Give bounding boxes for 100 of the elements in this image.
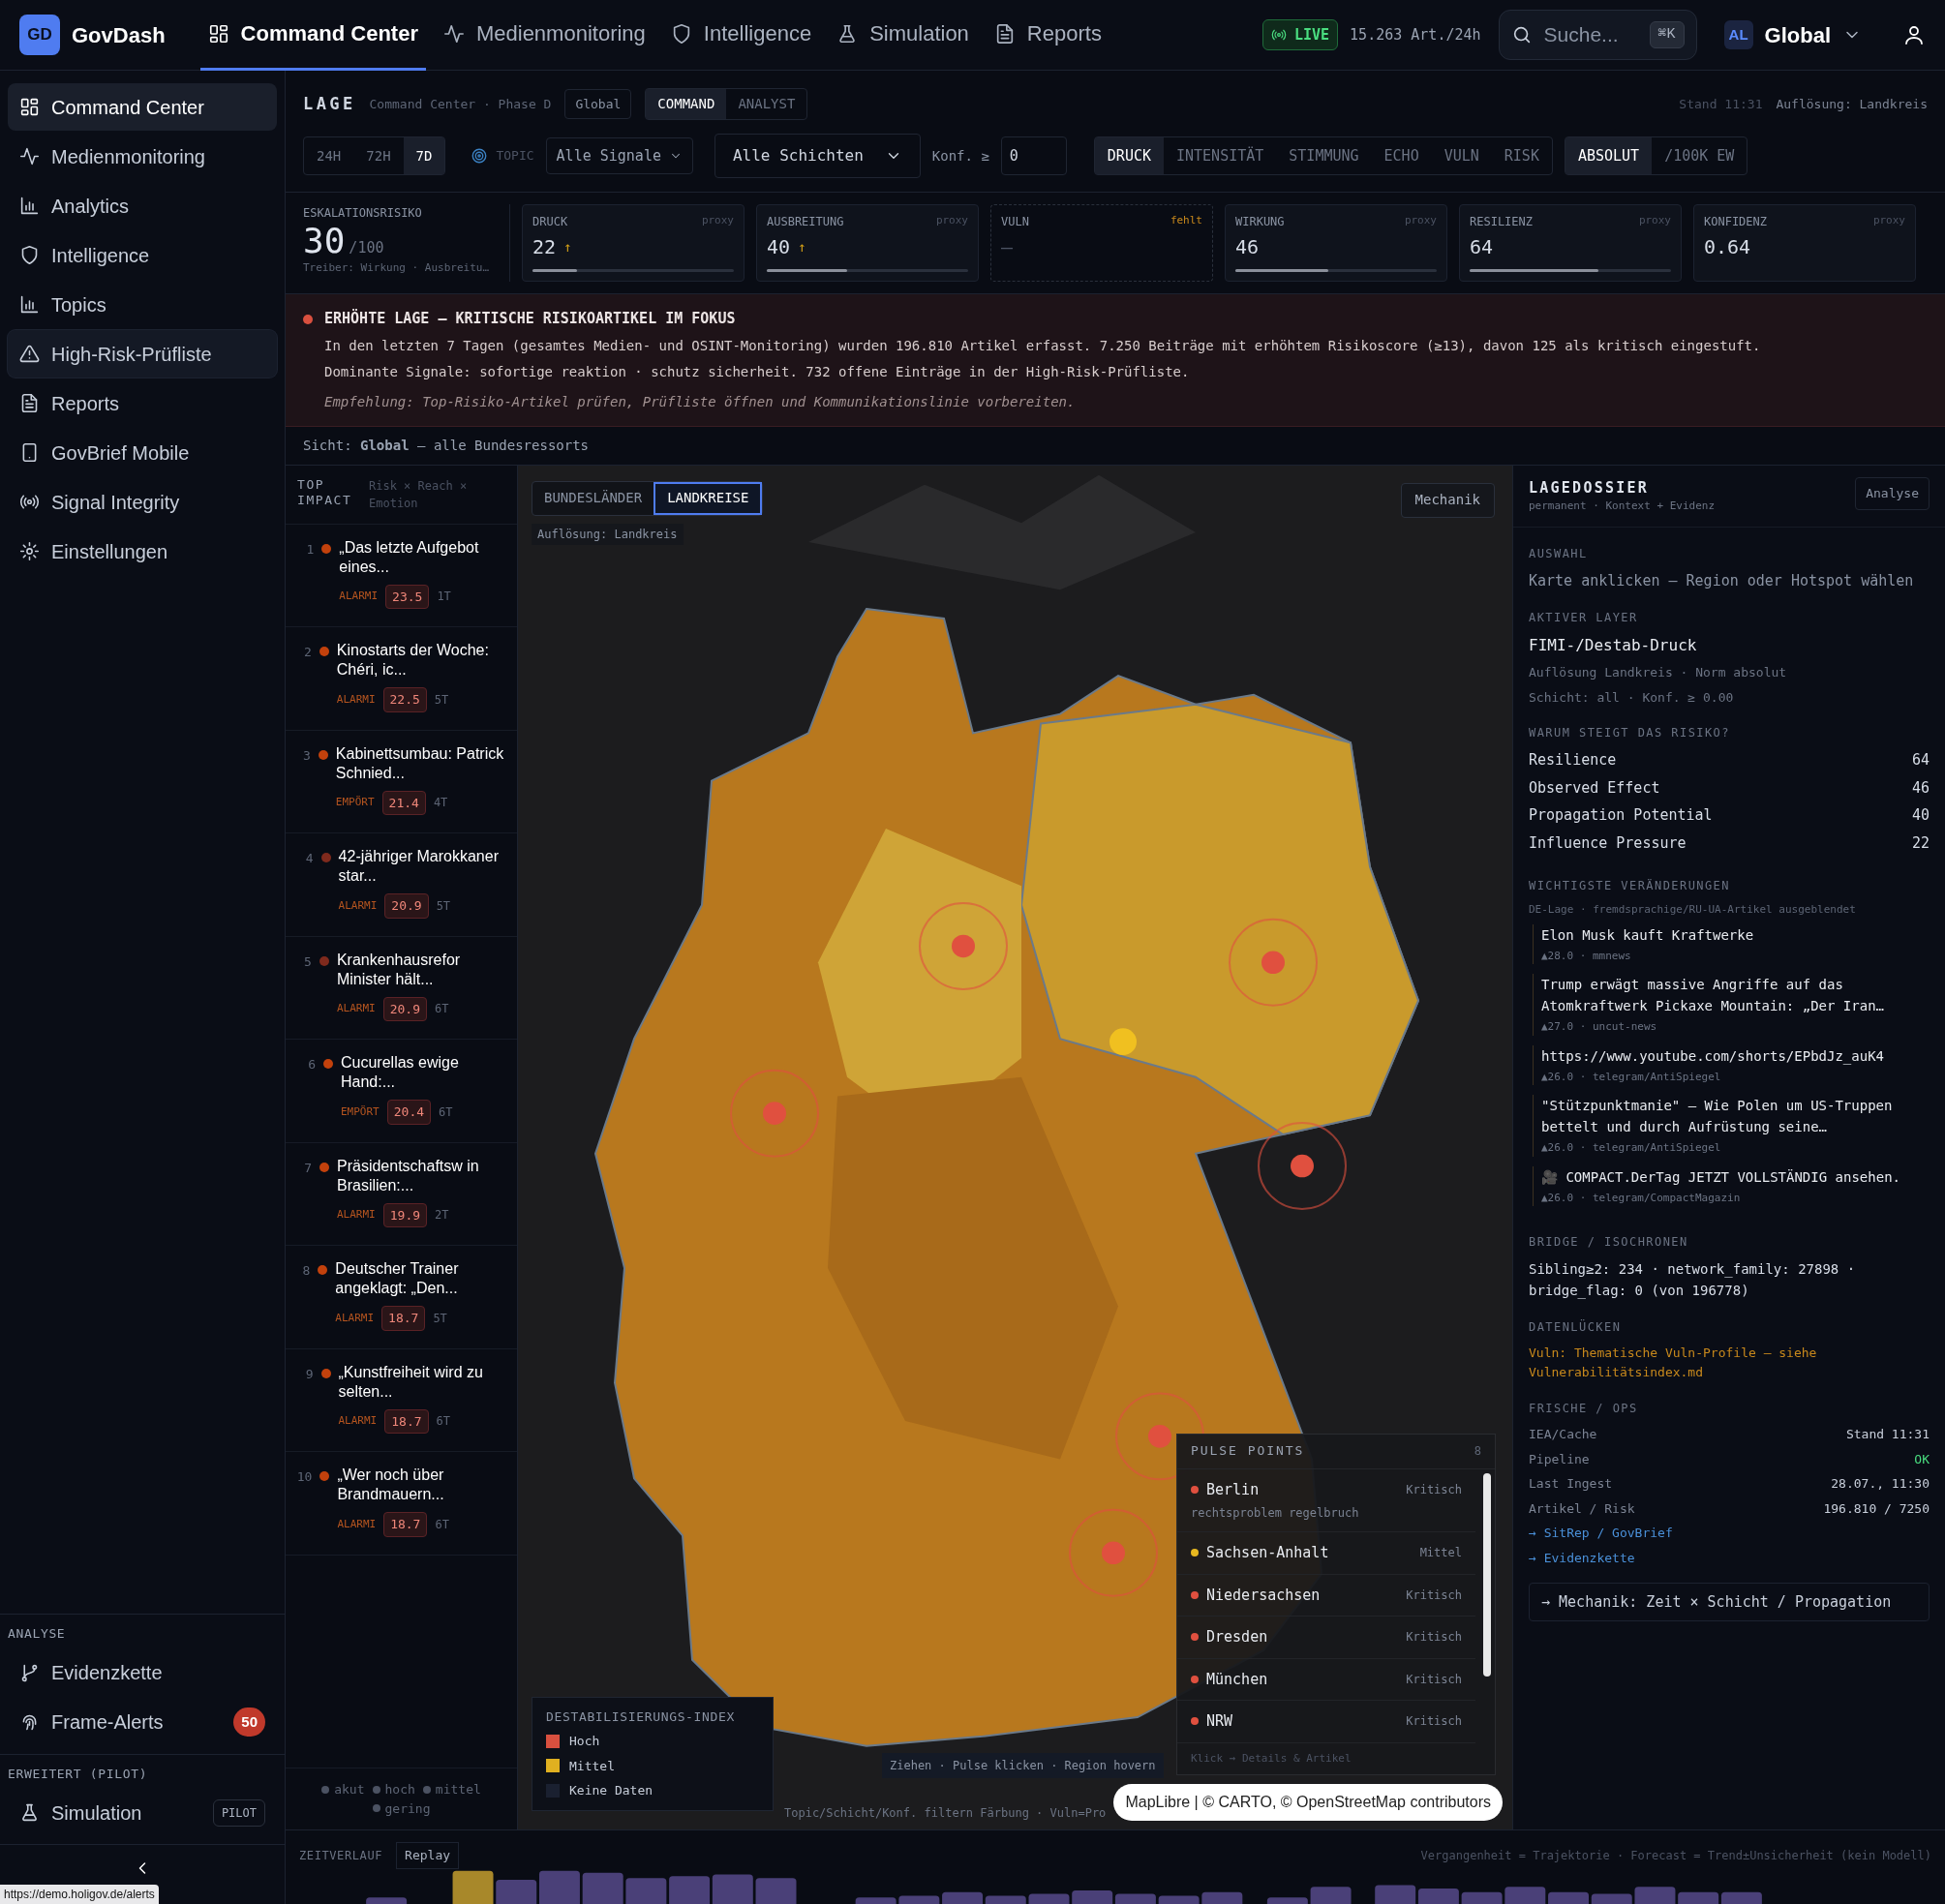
- change-item[interactable]: Elon Musk kauft Kraftwerke ▲28.0 · mmnews: [1533, 923, 1930, 964]
- factor-value: 64: [1911, 750, 1930, 771]
- target-icon: [471, 147, 489, 165]
- age-label: 1T: [437, 589, 451, 606]
- pulse-item[interactable]: Niedersachsen Kritisch: [1177, 1574, 1475, 1617]
- sidebar-item[interactable]: Topics: [8, 281, 277, 328]
- search-field[interactable]: Suche... ⌘K: [1498, 10, 1697, 60]
- rank-number: 10: [295, 1468, 313, 1486]
- nav-tab[interactable]: Reports: [986, 0, 1109, 71]
- ops-label: IEA/Cache: [1529, 1426, 1597, 1443]
- metric-tab[interactable]: VULN: [1431, 137, 1492, 174]
- article-title: „Kunstfreiheit wird zu selten...: [338, 1362, 484, 1402]
- analyse-button[interactable]: Analyse: [1855, 476, 1930, 510]
- list-subtitle: Risk × Reach × Emotion: [369, 477, 469, 512]
- legend-title: DESTABILISIERUNGS-INDEX: [546, 1708, 736, 1726]
- impact-item[interactable]: 2 Kinostarts der Woche: Chéri, ic... ALARMI 22.5 5T: [286, 627, 517, 731]
- article-title: „Das letzte Aufgebot eines...: [339, 537, 480, 577]
- timestamp: Stand 11:31: [1679, 95, 1763, 113]
- confidence-field[interactable]: 0: [1000, 136, 1067, 175]
- sidebar-item[interactable]: Analytics: [8, 182, 277, 229]
- change-item[interactable]: https://www.youtube.com/shorts/EPbdJz_auK4 ▲26.0 · telegram/AntiSpiegel: [1533, 1044, 1930, 1085]
- replay-button[interactable]: Replay: [396, 1842, 460, 1869]
- scope-selector[interactable]: AL Global: [1723, 18, 1862, 51]
- impact-item[interactable]: 1 „Das letzte Aufgebot eines... ALARMI 23.5 1T: [286, 524, 517, 627]
- map-attribution[interactable]: MapLibre | © CARTO, © OpenStreetMap contributors: [1113, 1783, 1503, 1821]
- pulse-item[interactable]: München Kritisch: [1177, 1658, 1475, 1701]
- impact-item[interactable]: 10 „Wer noch über Brandmauern... ALARMI 18.7 6T: [286, 1452, 517, 1556]
- sidebar-item[interactable]: Simulation PILOT: [8, 1789, 277, 1836]
- metric-tab[interactable]: RISK: [1491, 137, 1552, 174]
- nav-tab[interactable]: Medienmonitoring: [435, 0, 653, 71]
- kpi-label: DRUCK: [532, 214, 568, 230]
- sidebar-item[interactable]: Einstellungen: [8, 528, 277, 575]
- metric-tab[interactable]: DRUCK: [1094, 137, 1164, 174]
- norm-tab[interactable]: /100K EW: [1652, 137, 1747, 174]
- pulse-item[interactable]: Berlin Kritisch rechtsproblem regelbruch: [1177, 1468, 1475, 1532]
- sidebar-item[interactable]: Signal Integrity: [8, 478, 277, 526]
- sidebar-item[interactable]: Command Center: [8, 83, 277, 131]
- scope-label: Global: [1764, 21, 1831, 49]
- timeline-note: Vergangenheit = Trajektorie · Forecast = Trend±Unsicherheit (kein Modell): [1420, 1847, 1931, 1864]
- pulse-item[interactable]: Sachsen-Anhalt Mittel: [1177, 1532, 1475, 1575]
- impact-item[interactable]: 5 Krankenhausrefor Minister hält... ALARMI 20.9 6T: [286, 936, 517, 1040]
- change-item[interactable]: Trump erwägt massive Angriffe auf das Atomkraftwerk Pickaxe Mountain: „Der Iran… ▲27.0 · uncut-news: [1533, 974, 1930, 1036]
- impact-item[interactable]: 3 Kabinettsumbau: Patrick Schnied... EMPÖRT 21.4 4T: [286, 730, 517, 833]
- change-title: https://www.youtube.com/shorts/EPbdJz_auK4: [1541, 1046, 1885, 1067]
- grid-icon: [207, 22, 229, 45]
- score-max: /100: [349, 238, 384, 258]
- sidebar-item[interactable]: Reports: [8, 379, 277, 427]
- mode-tab[interactable]: COMMAND: [646, 89, 727, 119]
- metric-tab[interactable]: INTENSITÄT: [1164, 137, 1277, 174]
- layer-select[interactable]: Alle Schichten: [714, 134, 921, 178]
- mechanik-button[interactable]: Mechanik: [1400, 482, 1495, 518]
- panel-link[interactable]: → SitRep / GovBrief: [1529, 1524, 1673, 1543]
- factor-label: Resilience: [1529, 750, 1617, 771]
- map-tab[interactable]: LANDKREISE: [653, 481, 763, 515]
- impact-item[interactable]: 4 42-jähriger Marokkaner star... ALARMI 20.9 5T: [286, 833, 517, 937]
- kpi-value: 0.64: [1704, 234, 1751, 260]
- age-label: 2T: [435, 1207, 449, 1224]
- sidebar-item[interactable]: Evidenzkette: [8, 1648, 277, 1697]
- sidebar-item[interactable]: Medienmonitoring: [8, 133, 277, 180]
- metric-tab[interactable]: ECHO: [1371, 137, 1432, 174]
- emotion-tag: EMPÖRT: [335, 795, 375, 811]
- impact-item[interactable]: 9 „Kunstfreiheit wird zu selten... ALARMI 18.7 6T: [286, 1348, 517, 1452]
- map-tab[interactable]: BUNDESLÄNDER: [532, 481, 654, 515]
- metric-tab[interactable]: STIMMUNG: [1276, 137, 1372, 174]
- score-badge: 18.7: [383, 1512, 428, 1537]
- nav-tab[interactable]: Intelligence: [662, 0, 820, 71]
- factor-label: Observed Effect: [1529, 777, 1660, 799]
- pulse-item[interactable]: Dresden Kritisch: [1177, 1617, 1475, 1659]
- change-item[interactable]: 🎥 COMPACT.DerTag JETZT VOLLSTÄNDIG ansehen. ▲26.0 · telegram/CompactMagazin: [1533, 1165, 1930, 1206]
- age-label: 5T: [433, 1310, 447, 1327]
- range-tab[interactable]: 7D: [403, 137, 445, 174]
- sidebar-item[interactable]: High-Risk-Prüfliste: [8, 330, 277, 378]
- sidebar-item[interactable]: Frame-Alerts 50: [8, 1698, 277, 1746]
- kpi-tag: proxy: [935, 213, 968, 229]
- change-meta: ▲27.0 · uncut-news: [1541, 1019, 1658, 1035]
- range-tab[interactable]: 24H: [304, 137, 354, 174]
- emotion-tag: EMPÖRT: [341, 1103, 380, 1120]
- section-heading: DATENLÜCKEN: [1529, 1318, 1623, 1336]
- sidebar-item[interactable]: Intelligence: [8, 231, 277, 279]
- user-button[interactable]: [1902, 23, 1926, 46]
- range-tab[interactable]: 72H: [353, 137, 404, 174]
- impact-item[interactable]: 6 Cucurellas ewige Hand:... EMPÖRT 20.4 6T: [286, 1040, 517, 1143]
- pulse-item[interactable]: NRW Kritisch: [1177, 1701, 1475, 1743]
- pulse-name: NRW: [1206, 1711, 1233, 1732]
- norm-tab[interactable]: ABSOLUT: [1565, 137, 1653, 174]
- mode-tab[interactable]: ANALYST: [726, 89, 807, 119]
- topic-select[interactable]: Alle Signale: [545, 137, 693, 174]
- section-heading: WARUM STEIGT DAS RISIKO?: [1529, 725, 1731, 741]
- impact-item[interactable]: 8 Deutscher Trainer angeklagt: „Den... ALARMI 18.7 5T: [286, 1246, 517, 1349]
- rank-number: 9: [304, 1365, 314, 1383]
- mechanik-button[interactable]: → Mechanik: Zeit × Schicht / Propagation: [1529, 1583, 1930, 1621]
- pulse-name: Sachsen-Anhalt: [1206, 1543, 1329, 1563]
- rank-number: 6: [307, 1056, 316, 1073]
- nav-tab[interactable]: Simulation: [829, 0, 977, 71]
- sidebar-item[interactable]: GovBrief Mobile: [8, 429, 277, 476]
- panel-link[interactable]: → Evidenzkette: [1529, 1548, 1635, 1567]
- change-item[interactable]: "Stützpunktmanie" – Wie Polen um US-Truppen bettelt und durch Aufrüstung seine… ▲26.0 · telegram/AntiSpiegel: [1533, 1095, 1930, 1157]
- impact-item[interactable]: 7 Präsidentschaftsw in Brasilien:... ALARMI 19.9 2T: [286, 1142, 517, 1246]
- factor-label: Propagation Potential: [1529, 805, 1713, 826]
- change-title: "Stützpunktmanie" – Wie Polen um US-Truppen bettelt und durch Aufrüstung seine…: [1541, 1097, 1894, 1136]
